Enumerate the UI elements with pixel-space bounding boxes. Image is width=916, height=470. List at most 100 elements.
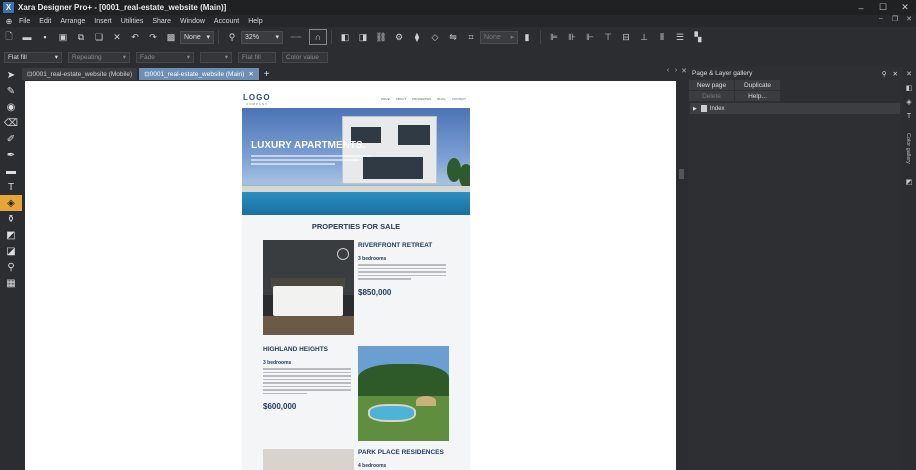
ruler-icon[interactable]: ┄┄┄ — [283, 29, 309, 45]
doc-restore-icon[interactable]: ❐ — [888, 15, 902, 23]
bring-front-icon[interactable]: ◧ — [336, 29, 354, 45]
delete-button[interactable]: Delete — [689, 91, 734, 101]
eraser-tool-icon[interactable]: ⌫ — [0, 115, 22, 131]
globe-icon[interactable]: ⊕ — [3, 17, 15, 26]
align-middle-icon[interactable]: ⊟ — [617, 29, 635, 45]
menu-insert[interactable]: Insert — [94, 18, 112, 25]
menu-arrange[interactable]: Arrange — [60, 18, 85, 25]
hero-banner[interactable]: LUXURY APARTMENTS. — [242, 108, 470, 215]
site-nav-item[interactable]: ABOUT — [396, 97, 406, 101]
site-nav-item[interactable]: PROPERTIES — [412, 97, 431, 101]
shape-icon[interactable]: ◇ — [426, 29, 444, 45]
add-tab-icon[interactable]: + — [264, 68, 270, 80]
group-icon[interactable]: ⚙ — [390, 29, 408, 45]
distribute-v-icon[interactable]: ☰ — [671, 29, 689, 45]
align-left-icon[interactable]: ⊫ — [545, 29, 563, 45]
grid-snap-icon[interactable]: ▚ — [689, 29, 707, 45]
close-tab-icon[interactable]: ✕ — [248, 70, 253, 78]
shadow-tool-icon[interactable]: ◩ — [0, 227, 22, 243]
fade-dropdown[interactable]: Fade ▾ — [136, 51, 194, 63]
menu-account[interactable]: Account — [214, 18, 239, 25]
new-page-button[interactable]: New page — [689, 80, 734, 90]
tab-mobile[interactable]: ⊡ 0001_real-estate_website (Mobile) — [22, 68, 138, 80]
text-tool-icon[interactable]: T — [0, 179, 22, 195]
tab-close-icon[interactable]: ✕ — [680, 67, 688, 75]
pages-gallery-icon[interactable]: ◧ — [902, 81, 916, 95]
site-nav-item[interactable]: BLOG — [437, 97, 445, 101]
send-back-icon[interactable]: ◨ — [354, 29, 372, 45]
snap-dropdown[interactable]: None ▸ — [480, 30, 518, 44]
garden-pool-photo[interactable] — [358, 346, 449, 441]
site-header[interactable]: LOGO COMPANY HOME ABOUT PROPERTIES BLOG … — [242, 81, 470, 109]
duplicate-button[interactable]: Duplicate — [735, 80, 780, 90]
align-center-icon[interactable]: ⊪ — [563, 29, 581, 45]
vertical-scrollbar[interactable] — [676, 81, 688, 470]
link-icon[interactable]: ⛓ — [372, 29, 390, 45]
fill-gallery-icon[interactable]: ◈ — [902, 95, 916, 109]
resize-icon[interactable]: ✕ — [902, 67, 916, 81]
distribute-h-icon[interactable]: ⫴ — [653, 29, 671, 45]
menu-file[interactable]: File — [19, 18, 30, 25]
gallery-close-icon[interactable]: ✕ — [893, 70, 898, 78]
shape-editor-tool-icon[interactable]: ✎ — [0, 83, 22, 99]
site-nav-item[interactable]: HOME — [381, 97, 390, 101]
site-logo[interactable]: LOGO — [243, 93, 271, 102]
copy-icon[interactable]: ❏ — [90, 29, 108, 45]
combine-icon[interactable]: ⧫ — [408, 29, 426, 45]
help-button[interactable]: Help... — [735, 91, 780, 101]
align-bottom-icon[interactable]: ⊥ — [635, 29, 653, 45]
cut-icon[interactable]: ⧉ — [72, 29, 90, 45]
tab-next-icon[interactable]: › — [672, 67, 680, 75]
minimize-icon[interactable]: – — [850, 0, 872, 15]
canvas[interactable]: LOGO COMPANY HOME ABOUT PROPERTIES BLOG … — [25, 81, 676, 470]
undo-icon[interactable]: ↶ — [126, 29, 144, 45]
doc-close-icon[interactable]: ✕ — [902, 15, 916, 23]
maximize-icon[interactable]: ☐ — [872, 0, 894, 15]
flip-icon[interactable]: ⇋ — [444, 29, 462, 45]
fill-type-dropdown[interactable]: Flat fill ▾ — [4, 51, 62, 63]
doc-minimize-icon[interactable]: – — [874, 15, 888, 23]
site-nav-item[interactable]: CONTACT — [452, 97, 466, 101]
zoom-icon[interactable]: ⚲ — [223, 29, 241, 45]
export-icon[interactable]: ▣ — [54, 29, 72, 45]
align-right-icon[interactable]: ⊩ — [581, 29, 599, 45]
scrollbar-thumb[interactable] — [679, 169, 684, 179]
brush-tool-icon[interactable]: ✐ — [0, 131, 22, 147]
rectangle-tool-icon[interactable]: ▬ — [0, 163, 22, 179]
layers-gallery-icon[interactable]: ◩ — [902, 175, 916, 189]
text-gallery-icon[interactable]: T — [902, 109, 916, 123]
repeating-dropdown[interactable]: Repeating ▾ — [68, 51, 130, 63]
gallery-tree-item[interactable]: ▶ Index — [690, 103, 900, 114]
pen-tool-icon[interactable]: ✒ — [0, 147, 22, 163]
color-gallery-tab[interactable]: Color gallery — [905, 133, 911, 164]
menu-share[interactable]: Share — [152, 18, 171, 25]
menu-utilities[interactable]: Utilities — [121, 18, 144, 25]
menu-edit[interactable]: Edit — [39, 18, 51, 25]
expand-arrow-icon[interactable]: ▶ — [693, 106, 697, 112]
fill-tool-icon[interactable]: ◈ — [0, 195, 22, 211]
new-document-icon[interactable]: 🗋 — [0, 29, 18, 45]
crop-icon[interactable]: ⌗ — [462, 29, 480, 45]
redo-icon[interactable]: ↷ — [144, 29, 162, 45]
bedroom-photo[interactable] — [263, 240, 354, 335]
align-top-icon[interactable]: ⊤ — [599, 29, 617, 45]
arrange-icon[interactable]: ▩ — [162, 29, 180, 45]
menu-window[interactable]: Window — [180, 18, 205, 25]
pin-icon[interactable]: ⚲ — [882, 70, 887, 78]
magnet-snap-icon[interactable]: ∩ — [309, 29, 327, 45]
photo-tool-icon[interactable]: ◉ — [0, 99, 22, 115]
flat-fill-field[interactable]: Flat fill — [238, 51, 276, 63]
menu-help[interactable]: Help — [248, 18, 262, 25]
grid-tool-icon[interactable]: ▦ — [0, 275, 22, 291]
save-icon[interactable]: ▪ — [36, 29, 54, 45]
transparency-tool-icon[interactable]: ⚱ — [0, 211, 22, 227]
zoom-tool-icon[interactable]: ⚲ — [0, 259, 22, 275]
bevel-tool-icon[interactable]: ◪ — [0, 243, 22, 259]
quality-dropdown[interactable]: None ▾ — [180, 30, 214, 44]
tab-main[interactable]: ⊡ 0001_real-estate_website (Main) ✕ — [139, 68, 259, 80]
zoom-dropdown[interactable]: 32% ▾ — [241, 30, 283, 44]
color-value-field[interactable]: Color value — [282, 51, 328, 63]
selector-tool-icon[interactable]: ➤ — [0, 67, 22, 83]
open-icon[interactable]: ▬ — [18, 29, 36, 45]
bar-icon[interactable]: ▮ — [518, 29, 536, 45]
